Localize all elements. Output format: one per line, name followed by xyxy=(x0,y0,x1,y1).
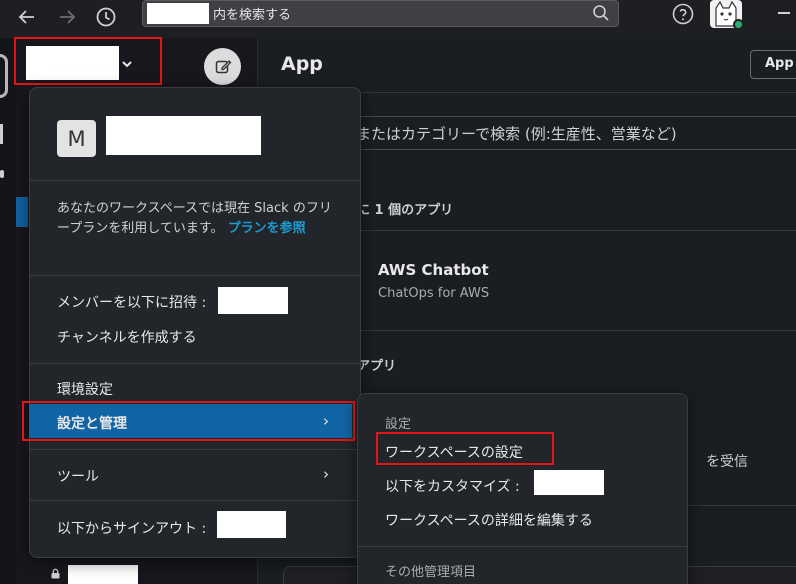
search-placeholder: 内を検索する xyxy=(213,8,292,23)
menu-divider xyxy=(30,275,361,276)
arrow-right-icon xyxy=(60,10,76,24)
list-divider xyxy=(688,505,796,506)
highlight-box-workspace xyxy=(14,37,162,85)
app-button[interactable]: App xyxy=(750,50,796,79)
window-minimize-button[interactable] xyxy=(778,12,790,14)
plan-notice: あなたのワークスペースでは現在 Slack のフリープランを利用しています。 プ… xyxy=(57,199,337,239)
presence-indicator xyxy=(733,19,744,30)
compose-button[interactable] xyxy=(204,48,241,85)
submenu-item-customize[interactable]: 以下をカスタマイズ : xyxy=(385,476,520,496)
redacted-workspace-name xyxy=(217,511,286,538)
submenu-heading-settings: 設定 xyxy=(385,417,412,432)
rail-dot xyxy=(0,170,4,178)
plan-link[interactable]: プランを参照 xyxy=(228,221,306,236)
menu-divider xyxy=(30,500,361,501)
app-search-placeholder: またはカテゴリーで検索 (例:生産性、営業など) xyxy=(356,125,677,143)
sidebar-active-item[interactable] xyxy=(16,197,28,227)
highlight-box-settings xyxy=(22,401,355,441)
workspace-rail xyxy=(0,38,16,584)
app-description: ChatOps for AWS xyxy=(378,286,490,301)
menu-item-tools[interactable]: ツール xyxy=(57,466,99,486)
history-button[interactable] xyxy=(93,4,119,30)
pencil-square-icon xyxy=(215,59,231,73)
clock-icon xyxy=(96,7,116,27)
redacted-workspace-name xyxy=(106,116,261,155)
help-button[interactable] xyxy=(671,2,695,26)
page-title: App xyxy=(281,53,323,75)
arrow-left-icon xyxy=(18,10,34,24)
partial-app-text: を受信 xyxy=(706,454,748,470)
question-circle-icon xyxy=(672,3,694,25)
highlight-box-workspace-settings xyxy=(376,432,554,465)
submenu-heading-other: その他管理項目 xyxy=(385,565,477,580)
installed-apps-heading: に 1 個のアプリ xyxy=(357,203,454,218)
lock-icon xyxy=(51,568,60,579)
menu-item-invite[interactable]: メンバーを以下に招待 : xyxy=(57,292,206,312)
app-name[interactable]: AWS Chatbot xyxy=(378,261,489,279)
redacted-channel-name[interactable] xyxy=(68,565,138,584)
menu-divider xyxy=(30,363,361,364)
forward-button[interactable] xyxy=(54,4,80,30)
menu-divider xyxy=(30,180,361,181)
menu-item-preferences[interactable]: 環境設定 xyxy=(57,379,113,399)
workspace-menu xyxy=(29,87,361,558)
workspace-avatar: M xyxy=(57,120,96,157)
menu-item-create-channel[interactable]: チャンネルを作成する xyxy=(57,327,197,347)
submenu-divider xyxy=(358,546,688,547)
other-apps-heading: アプリ xyxy=(357,359,397,374)
chevron-right-icon: › xyxy=(323,465,329,483)
back-button[interactable] xyxy=(14,4,40,30)
redacted-workspace-name xyxy=(147,3,209,24)
rail-marker xyxy=(0,124,3,144)
redacted-workspace-name xyxy=(534,470,604,495)
workspace-switcher-item[interactable] xyxy=(0,54,8,98)
menu-item-signout[interactable]: 以下からサインアウト : xyxy=(57,518,206,538)
magnifier-icon xyxy=(593,5,609,21)
redacted-workspace-name xyxy=(218,287,288,314)
menu-divider xyxy=(30,449,361,450)
search-input[interactable]: 内を検索する xyxy=(142,0,619,27)
submenu-item-edit-details[interactable]: ワークスペースの詳細を編集する xyxy=(385,510,593,530)
